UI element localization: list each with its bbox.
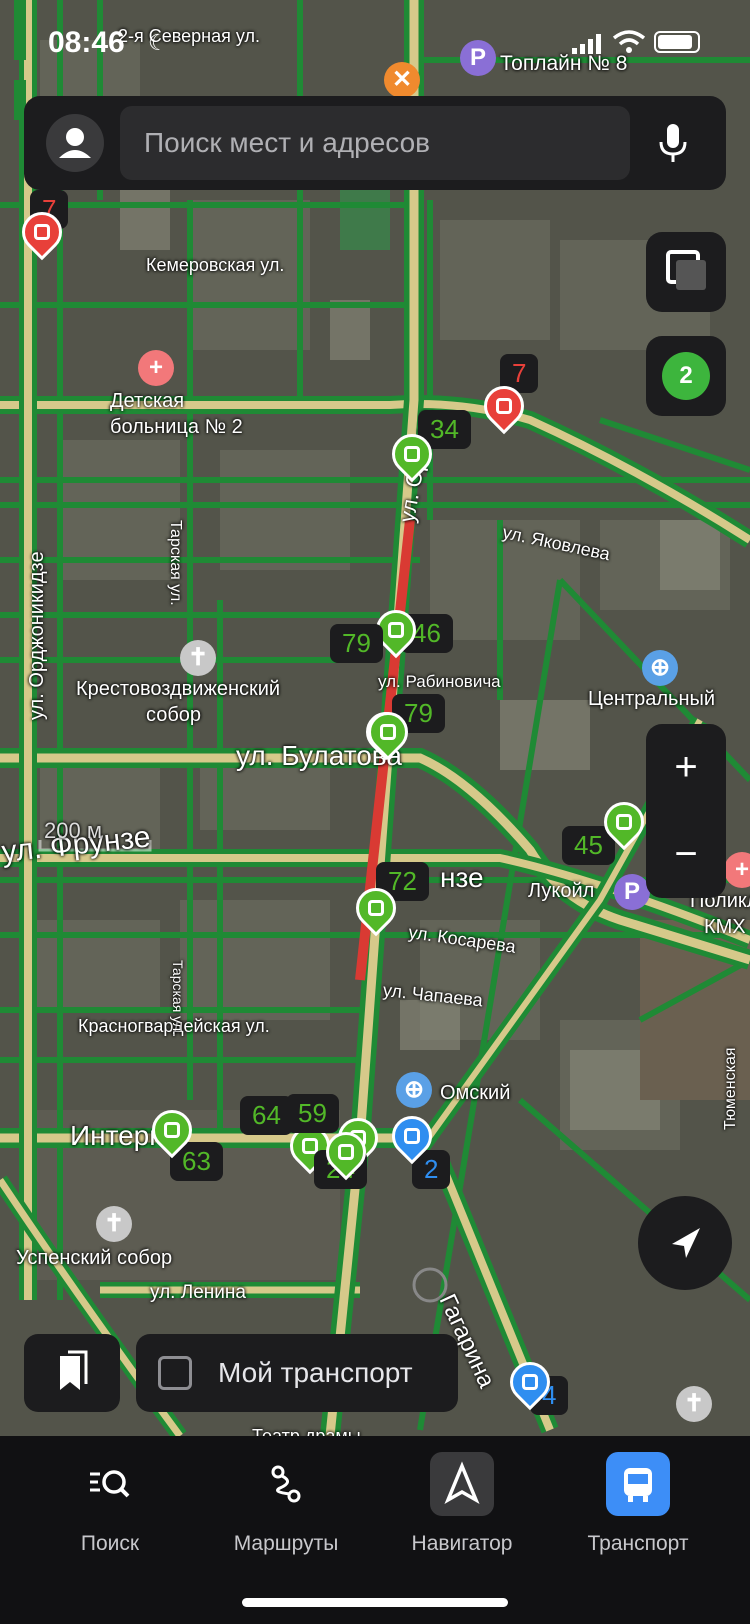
church-icon[interactable]: ✝ <box>180 640 216 676</box>
gas-station-icon[interactable]: P <box>614 874 650 910</box>
poi-label: Центральный <box>588 688 716 710</box>
tab-navigator-label: Навигатор <box>411 1532 513 1555</box>
poi-label: КМХ <box>704 916 746 938</box>
tab-transport-label: Транспорт <box>587 1532 689 1555</box>
street-label: ул. Ленина <box>150 1282 246 1303</box>
vehicle-glyph-icon <box>164 1122 180 1138</box>
profile-avatar[interactable] <box>46 114 104 172</box>
zoom-controls: + − <box>646 724 726 898</box>
my-transport-checkbox[interactable] <box>158 1356 192 1390</box>
search-input[interactable]: Поиск мест и адресов <box>120 106 630 180</box>
vehicle-glyph-icon <box>522 1374 538 1390</box>
poi-label: Омский <box>440 1082 511 1104</box>
route-icon <box>254 1452 318 1516</box>
search-bar: Поиск мест и адресов <box>24 96 726 190</box>
tab-routes[interactable]: Маршруты <box>211 1452 361 1556</box>
poi-label: больница № 2 <box>110 416 243 438</box>
street-label: Кемеровская ул. <box>146 255 285 275</box>
layers-icon <box>666 250 706 290</box>
my-transport-label: Мой транспорт <box>218 1357 413 1388</box>
vehicle-glyph-icon <box>496 398 512 414</box>
map-scale-label: 200 м <box>44 818 102 843</box>
cellular-signal-icon <box>572 34 601 54</box>
vehicle-route-badge[interactable]: 64 <box>240 1096 293 1135</box>
vehicle-glyph-icon <box>380 724 396 740</box>
shopping-mall-icon[interactable]: ⊕ <box>396 1072 432 1108</box>
my-location-button[interactable] <box>638 1196 732 1290</box>
bookmarks-button[interactable] <box>24 1334 120 1412</box>
layers-button[interactable] <box>646 232 726 312</box>
vehicle-glyph-icon <box>338 1144 354 1160</box>
bus-icon <box>606 1452 670 1516</box>
tab-transport[interactable]: Транспорт <box>563 1452 713 1556</box>
bottom-navigation: Поиск Маршруты Навигатор Транспорт <box>0 1436 750 1624</box>
wifi-icon <box>612 30 646 53</box>
street-label: Интерн <box>70 1120 165 1151</box>
tab-navigator[interactable]: Навигатор <box>387 1452 537 1556</box>
microphone-icon[interactable] <box>644 114 702 172</box>
church-icon[interactable]: ✝ <box>676 1386 712 1422</box>
street-label: нзе <box>440 862 484 893</box>
vehicle-glyph-icon <box>616 814 632 830</box>
zoom-out-button[interactable]: − <box>646 811 726 898</box>
battery-icon <box>654 31 700 53</box>
vehicle-route-badge[interactable]: 59 <box>286 1094 339 1133</box>
traffic-button[interactable]: 2 <box>646 336 726 416</box>
poi-label: Крестовоздвиженский <box>76 678 281 700</box>
vehicle-glyph-icon <box>388 622 404 638</box>
street-label: Тарская ул. <box>167 520 184 606</box>
poi-label: Успенский собор <box>16 1247 173 1269</box>
street-label: ул. Орджоникидзе <box>26 551 48 720</box>
zoom-in-button[interactable]: + <box>646 724 726 811</box>
my-transport-toggle[interactable]: Мой транспорт <box>136 1334 458 1412</box>
street-label: Тарская ул. <box>170 960 186 1035</box>
traffic-level-badge: 2 <box>662 352 710 400</box>
street-label: ул. Рабиновича <box>378 672 501 691</box>
street-label: Тюменская <box>722 1047 739 1130</box>
vehicle-route-badge[interactable]: 79 <box>330 624 383 663</box>
vehicle-glyph-icon <box>404 1128 420 1144</box>
poi-label: Детская <box>110 390 185 412</box>
cathedral-icon[interactable]: ✝ <box>96 1206 132 1242</box>
navigator-arrow-icon <box>430 1452 494 1516</box>
vehicle-glyph-icon <box>368 900 384 916</box>
hospital-icon[interactable]: + <box>138 350 174 386</box>
poi-label: Лукойл <box>528 880 595 902</box>
status-bar: 08:46 ☾ <box>0 0 750 80</box>
vehicle-glyph-icon <box>34 224 50 240</box>
location-arrow-icon <box>672 1228 700 1258</box>
poi-label: собор <box>146 704 202 726</box>
shop-icon[interactable]: ⊕ <box>642 650 678 686</box>
bookmark-icon <box>60 1350 88 1390</box>
tab-search-label: Поиск <box>80 1532 140 1555</box>
tab-search[interactable]: Поиск <box>35 1452 185 1556</box>
home-indicator[interactable] <box>242 1598 508 1607</box>
search-list-icon <box>78 1452 142 1516</box>
status-time: 08:46 <box>48 26 125 59</box>
do-not-disturb-icon: ☾ <box>148 30 168 55</box>
tab-routes-label: Маршруты <box>233 1532 339 1555</box>
vehicle-glyph-icon <box>404 446 420 462</box>
